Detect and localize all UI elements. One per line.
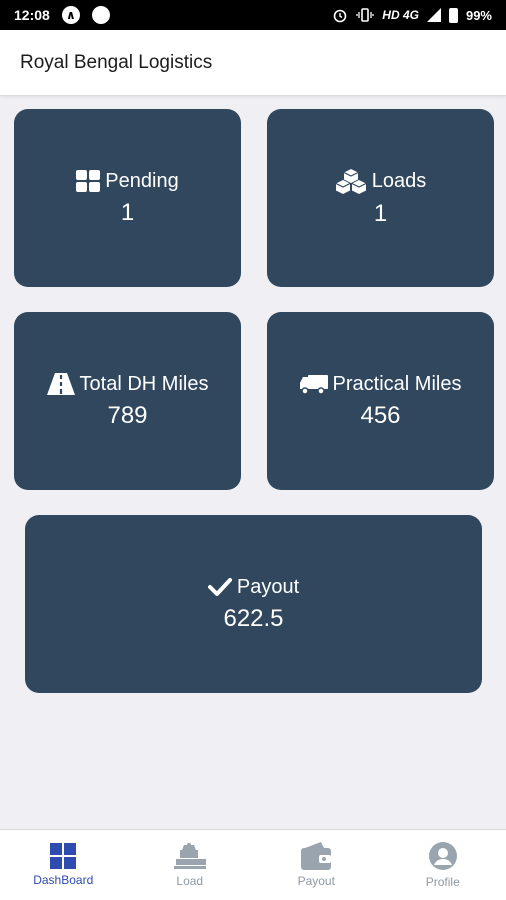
app-notification-icon: ∧ [61,6,80,24]
payout-label: Payout [236,575,300,598]
pending-value: 1 [120,198,135,226]
grid-icon [76,170,101,192]
boxes-icon [335,169,367,194]
page-title: Royal Bengal Logistics [20,51,213,73]
wallet-icon [301,842,332,870]
battery-percent: 99% [465,7,492,23]
status-bar: 12:08 ∧ HD 4G 99% [0,0,506,30]
dh-miles-card[interactable]: Total DH Miles 789 [14,312,241,490]
alarm-icon [333,9,347,23]
load-icon [173,843,206,869]
profile-icon [428,842,457,870]
nav-profile-label: Profile [425,875,460,889]
bottom-nav: DashBoard Load Payout Profile [0,829,506,900]
nav-dashboard[interactable]: DashBoard [0,830,127,900]
road-icon [46,373,75,395]
truck-icon [299,375,328,395]
vibrate-icon [356,8,374,22]
status-time: 12:08 [14,7,50,23]
practical-miles-value: 456 [360,401,401,429]
app-header: Royal Bengal Logistics [0,30,506,96]
nav-load[interactable]: Load [127,830,254,900]
practical-miles-card[interactable]: Practical Miles 456 [267,312,494,490]
circle-notification-icon [91,6,110,24]
loads-card[interactable]: Loads 1 [267,109,494,287]
practical-miles-label: Practical Miles [332,372,462,395]
nav-payout-label: Payout [297,874,335,888]
nav-dashboard-label: DashBoard [33,873,94,887]
dh-miles-label: Total DH Miles [79,372,209,395]
nav-payout[interactable]: Payout [253,830,380,900]
pending-label: Pending [105,169,179,192]
payout-card[interactable]: Payout 622.5 [25,515,482,693]
dashboard-icon [50,843,77,869]
payout-value: 622.5 [223,604,284,632]
nav-load-label: Load [176,874,204,888]
battery-icon [448,7,458,23]
loads-value: 1 [373,200,388,227]
check-icon [207,578,232,596]
nav-profile[interactable]: Profile [380,830,506,900]
pending-card[interactable]: Pending 1 [14,109,241,287]
signal-icon [426,8,441,22]
loads-label: Loads [371,169,427,192]
network-type: HD 4G [382,8,419,22]
dh-miles-value: 789 [107,401,148,429]
